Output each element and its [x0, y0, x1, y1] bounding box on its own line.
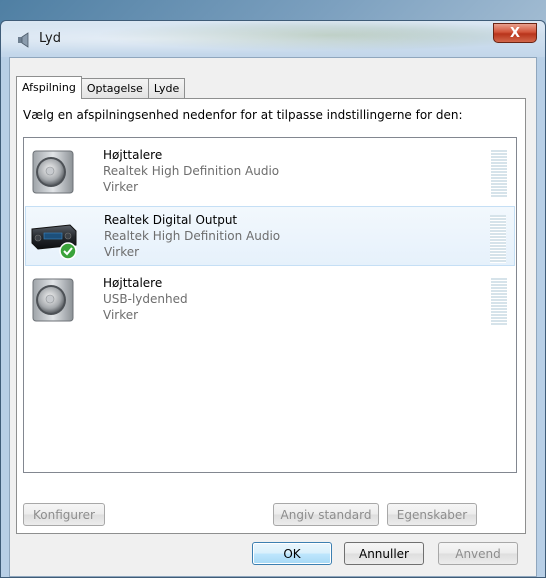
tab-recording[interactable]: Optagelse — [80, 78, 149, 98]
tab-sounds[interactable]: Lyde — [147, 78, 186, 98]
device-list[interactable]: Højttalere Realtek High Definition Audio… — [23, 137, 517, 473]
instruction-text: Vælg en afspilningsenhed nedenfor for at… — [23, 108, 463, 122]
device-status: Virker — [103, 180, 139, 194]
sound-dialog: Lyd X Afspilning Optagelse Lyde Vælg en … — [0, 20, 546, 578]
configure-button[interactable]: Konfigurer — [23, 503, 105, 526]
playback-panel: Vælg en afspilningsenhed nedenfor for at… — [16, 98, 526, 534]
device-description: Realtek High Definition Audio — [104, 229, 281, 243]
title-bar[interactable]: Lyd X — [1, 21, 545, 57]
device-description: USB-lydenhed — [103, 292, 188, 306]
tab-strip: Afspilning Optagelse Lyde — [16, 76, 186, 99]
volume-meter — [491, 150, 507, 198]
device-item-usb-speakers[interactable]: Højttalere USB-lydenhed Virker — [25, 270, 515, 330]
device-status: Virker — [103, 308, 139, 322]
apply-button[interactable]: Anvend — [438, 542, 518, 565]
device-name: Realtek Digital Output — [104, 213, 238, 227]
cancel-button[interactable]: Annuller — [344, 542, 424, 565]
volume-meter — [491, 278, 507, 326]
device-item-digital-output[interactable]: Realtek Digital Output Realtek High Defi… — [25, 206, 515, 266]
device-name: Højttalere — [103, 276, 163, 290]
volume-meter — [490, 215, 506, 263]
set-default-button[interactable]: Angiv standard — [273, 503, 379, 526]
dialog-client-area: Afspilning Optagelse Lyde Vælg en afspil… — [9, 57, 537, 577]
window-title: Lyd — [39, 31, 61, 46]
speaker-title-icon — [18, 32, 29, 48]
tab-playback[interactable]: Afspilning — [16, 76, 82, 99]
device-status: Virker — [104, 245, 140, 259]
digital-output-icon — [31, 224, 77, 260]
ok-button[interactable]: OK — [252, 542, 332, 565]
speaker-icon — [32, 150, 74, 194]
device-item-speakers[interactable]: Højttalere Realtek High Definition Audio… — [25, 142, 515, 202]
close-button[interactable]: X — [493, 23, 537, 43]
speaker-icon — [32, 278, 74, 322]
close-icon: X — [509, 25, 521, 41]
device-name: Højttalere — [103, 148, 163, 162]
properties-button[interactable]: Egenskaber — [387, 503, 477, 526]
device-description: Realtek High Definition Audio — [103, 164, 280, 178]
